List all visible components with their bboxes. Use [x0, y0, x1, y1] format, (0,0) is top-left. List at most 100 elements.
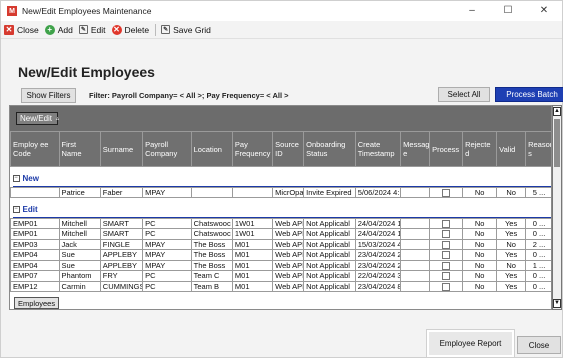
- table-cell[interactable]: [231, 186, 274, 198]
- table-cell[interactable]: 23/04/2024 2: [354, 259, 402, 271]
- table-row[interactable]: EMP12 Carmin CUMMINGS PC Team B M01 Web API Not…: [10, 280, 551, 292]
- table-cell[interactable]: 1W01: [231, 228, 274, 240]
- table-cell[interactable]: [400, 217, 431, 229]
- table-cell[interactable]: EMP01: [10, 228, 60, 240]
- process-cell[interactable]: [429, 186, 464, 198]
- table-cell[interactable]: Not Applicabl: [303, 270, 356, 282]
- process-checkbox[interactable]: [442, 240, 451, 249]
- process-cell[interactable]: [429, 259, 464, 271]
- table-cell[interactable]: Not Applicabl: [303, 280, 356, 292]
- table-cell[interactable]: M01: [231, 259, 274, 271]
- table-cell[interactable]: 24/04/2024 1: [354, 228, 402, 240]
- table-cell[interactable]: Web API: [272, 249, 305, 261]
- table-cell[interactable]: [400, 249, 431, 261]
- table-cell[interactable]: [400, 238, 431, 250]
- process-cell[interactable]: [429, 280, 464, 292]
- table-cell[interactable]: Web API: [272, 280, 305, 292]
- table-row[interactable]: EMP04 Sue APPLEBY MPAY The Boss M01 Web API Not…: [10, 259, 551, 271]
- table-cell[interactable]: [400, 259, 431, 271]
- table-cell[interactable]: PC: [142, 217, 192, 229]
- table-cell[interactable]: MPAY: [142, 238, 192, 250]
- table-cell[interactable]: 5 ...: [525, 186, 551, 198]
- table-cell[interactable]: 2 ...: [525, 238, 551, 250]
- column-header[interactable]: Source ID: [272, 131, 305, 167]
- table-row[interactable]: EMP01 Mitchell SMART PC Chatswooc 1W01 Web API…: [10, 217, 551, 229]
- table-cell[interactable]: SMART: [99, 228, 144, 240]
- save-grid-button[interactable]: ✎ Save Grid: [161, 25, 211, 35]
- table-cell[interactable]: Chatswooc: [190, 217, 233, 229]
- table-cell[interactable]: Web API: [272, 270, 305, 282]
- edit-button[interactable]: ✎ Edit: [78, 25, 106, 35]
- table-cell[interactable]: EMP01: [10, 217, 60, 229]
- table-cell[interactable]: 24/04/2024 1: [354, 217, 402, 229]
- table-cell[interactable]: No: [462, 238, 498, 250]
- table-cell[interactable]: No: [496, 186, 527, 198]
- column-header[interactable]: Payroll Company: [142, 131, 192, 167]
- table-cell[interactable]: Yes: [496, 228, 527, 240]
- vertical-scrollbar[interactable]: ▲ ▼: [552, 105, 562, 310]
- table-cell[interactable]: M01: [231, 249, 274, 261]
- table-cell[interactable]: MicrOpa: [272, 186, 305, 198]
- table-cell[interactable]: MPAY: [142, 186, 192, 198]
- table-cell[interactable]: Invite Expired: [303, 186, 356, 198]
- close-window-icon[interactable]: ✕: [526, 1, 562, 21]
- table-cell[interactable]: Web API: [272, 217, 305, 229]
- table-cell[interactable]: 0 ...: [525, 249, 551, 261]
- show-filters-button[interactable]: Show Filters: [21, 87, 76, 103]
- table-cell[interactable]: [400, 280, 431, 292]
- table-cell[interactable]: MPAY: [142, 249, 192, 261]
- process-checkbox[interactable]: [442, 261, 451, 270]
- table-cell[interactable]: Carmin: [58, 280, 101, 292]
- table-cell[interactable]: No: [462, 217, 498, 229]
- table-cell[interactable]: 0 ...: [525, 280, 551, 292]
- table-cell[interactable]: Yes: [496, 217, 527, 229]
- table-cell[interactable]: Yes: [496, 280, 527, 292]
- table-cell[interactable]: [400, 270, 431, 282]
- table-cell[interactable]: 0 ...: [525, 217, 551, 229]
- table-cell[interactable]: 15/03/2024 4: [354, 238, 402, 250]
- table-cell[interactable]: M01: [231, 238, 274, 250]
- process-cell[interactable]: [429, 228, 464, 240]
- process-checkbox[interactable]: [442, 188, 451, 197]
- column-header[interactable]: Process: [429, 131, 464, 167]
- collapse-icon[interactable]: −: [12, 206, 20, 214]
- table-cell[interactable]: Yes: [496, 249, 527, 261]
- table-cell[interactable]: No: [462, 228, 498, 240]
- table-cell[interactable]: Yes: [496, 270, 527, 282]
- table-cell[interactable]: [400, 186, 431, 198]
- table-cell[interactable]: CUMMINGS: [99, 280, 144, 292]
- table-cell[interactable]: Jack: [58, 238, 101, 250]
- group-chip-new-edit[interactable]: New/Edit ▵: [16, 112, 59, 125]
- select-all-button[interactable]: Select All: [438, 87, 490, 102]
- column-header[interactable]: Location: [190, 131, 233, 167]
- table-cell[interactable]: The Boss: [190, 249, 233, 261]
- table-cell[interactable]: EMP04: [10, 249, 60, 261]
- table-cell[interactable]: 0 ...: [525, 228, 551, 240]
- table-row[interactable]: EMP01 Mitchell SMART PC Chatswooc 1W01 Web API…: [10, 228, 551, 240]
- table-cell[interactable]: 0 ...: [525, 270, 551, 282]
- process-checkbox[interactable]: [442, 230, 451, 239]
- group-row[interactable]: − New: [11, 173, 552, 185]
- process-cell[interactable]: [429, 238, 464, 250]
- table-cell[interactable]: 23/04/2024 2: [354, 249, 402, 261]
- table-cell[interactable]: Sue: [58, 259, 101, 271]
- employees-tab[interactable]: Employees: [14, 297, 60, 309]
- table-row[interactable]: EMP03 Jack FINGLE MPAY The Boss M01 Web API Not…: [10, 238, 551, 250]
- column-header[interactable]: Pay Frequency: [231, 131, 274, 167]
- table-cell[interactable]: Web API: [272, 259, 305, 271]
- table-cell[interactable]: MPAY: [142, 259, 192, 271]
- table-cell[interactable]: EMP07: [10, 270, 60, 282]
- table-cell[interactable]: No: [462, 186, 498, 198]
- column-header[interactable]: Employ ee Code: [10, 131, 60, 167]
- table-cell[interactable]: [190, 186, 233, 198]
- column-header[interactable]: Messag e: [400, 131, 431, 167]
- process-checkbox[interactable]: [442, 282, 451, 291]
- table-cell[interactable]: No: [462, 259, 498, 271]
- table-cell[interactable]: PC: [142, 228, 192, 240]
- table-cell[interactable]: No: [496, 238, 527, 250]
- minimize-icon[interactable]: –: [454, 1, 490, 21]
- table-cell[interactable]: Web API: [272, 238, 305, 250]
- table-cell[interactable]: The Boss: [190, 238, 233, 250]
- process-cell[interactable]: [429, 270, 464, 282]
- table-cell[interactable]: PC: [142, 280, 192, 292]
